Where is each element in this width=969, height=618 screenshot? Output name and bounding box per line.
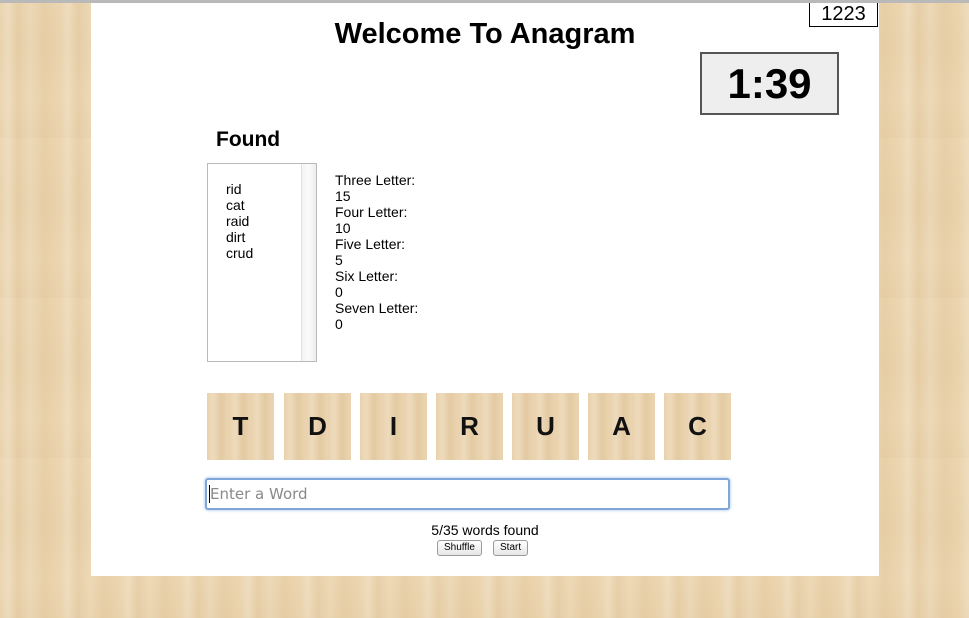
stat-label-seven: Seven Letter: [335,300,419,316]
shuffle-button[interactable]: Shuffle [437,540,482,556]
letter-tile[interactable]: U [512,393,579,460]
letter-tile[interactable]: D [284,393,351,460]
stat-value-three: 15 [335,188,351,204]
stat-value-four: 10 [335,220,351,236]
letter-tile[interactable]: I [360,393,427,460]
found-list-scrollbar[interactable] [301,164,316,361]
letter-tile[interactable]: C [664,393,731,460]
found-heading: Found [216,128,281,151]
game-panel: 1223 Welcome To Anagram 1:39 Found rid c… [91,3,879,576]
page-title: Welcome To Anagram [334,18,636,50]
word-length-stats: Three Letter: 15 Four Letter: 10 Five Le… [335,172,418,332]
stat-label-three: Three Letter: [335,172,416,188]
letter-tile[interactable]: T [207,393,274,460]
text-caret [209,485,210,503]
countdown-timer: 1:39 [700,52,839,115]
word-input[interactable] [205,478,730,510]
letter-tiles: T D I R U A C [207,393,747,460]
progress-text: 5/35 words found [431,522,539,538]
stat-label-five: Five Letter: [335,236,406,252]
stat-label-six: Six Letter: [335,268,399,284]
stat-value-five: 5 [335,252,343,268]
stat-label-four: Four Letter: [335,204,408,220]
start-button[interactable]: Start [493,540,529,556]
stat-value-six: 0 [335,284,343,300]
letter-tile[interactable]: A [588,393,655,460]
stat-value-seven: 0 [335,316,343,332]
letter-tile[interactable]: R [436,393,503,460]
found-words-list[interactable]: rid cat raid dirt crud [207,163,317,362]
